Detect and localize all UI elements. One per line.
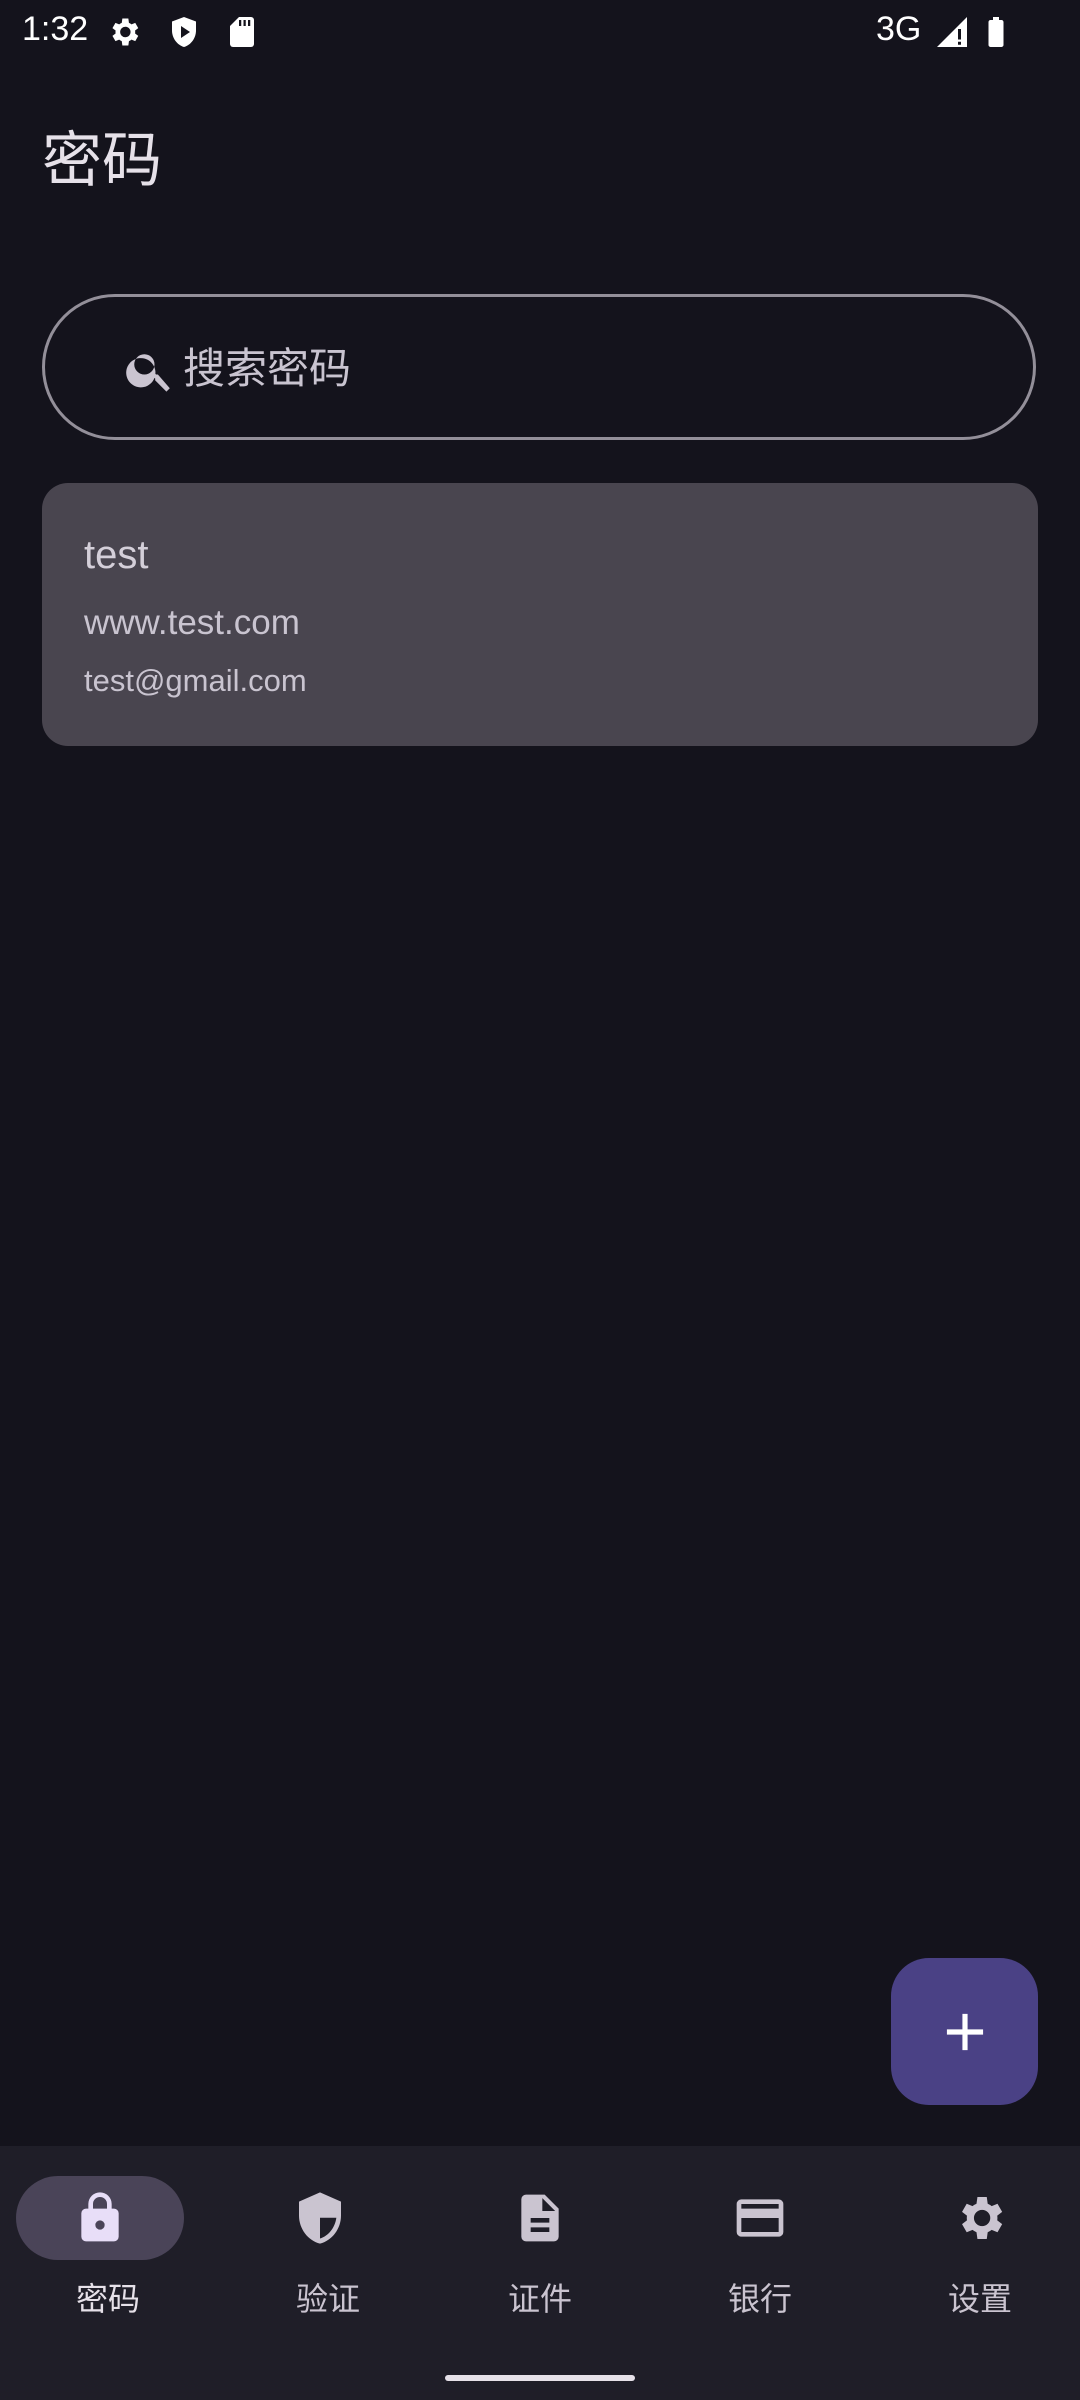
network-type: 3G [876, 10, 922, 48]
battery-icon [988, 17, 1004, 47]
signal-icon [937, 17, 967, 47]
entry-url: www.test.com [84, 603, 300, 642]
sd-card-icon [230, 17, 254, 47]
nav-label-verification: 验证 [295, 2280, 360, 2318]
page-title: 密码 [42, 126, 162, 196]
status-time: 1:32 [22, 10, 89, 48]
gesture-navigation-bar[interactable] [445, 2375, 635, 2381]
nav-label-documents: 证件 [507, 2280, 572, 2318]
status-bar: 1:32 3G [0, 0, 1080, 64]
entry-email: test@gmail.com [84, 663, 307, 698]
nav-label-settings: 设置 [947, 2280, 1012, 2318]
shield-icon [299, 2192, 341, 2244]
document-icon [521, 2194, 559, 2242]
entry-title: test [84, 533, 149, 577]
gear-icon [962, 2197, 1003, 2239]
nav-label-passwords: 密码 [75, 2280, 140, 2318]
search-bar[interactable] [42, 294, 1036, 440]
lock-icon [81, 2192, 119, 2242]
screen: 1:32 3G 密码 test www.test.com [0, 0, 1080, 2400]
shield-play-icon [172, 17, 196, 47]
nav-label-bank: 银行 [727, 2280, 792, 2318]
gear-icon [112, 18, 139, 46]
search-input[interactable] [181, 327, 965, 409]
nav-item-passwords[interactable]: 密码 [0, 2146, 216, 2346]
nav-item-verification[interactable]: 验证 [220, 2146, 436, 2346]
nav-item-settings[interactable]: 设置 [872, 2146, 1080, 2346]
nav-item-bank[interactable]: 银行 [652, 2146, 868, 2346]
password-entry-card[interactable]: test www.test.com test@gmail.com [42, 483, 1038, 746]
plus-icon [946, 2013, 984, 2051]
add-password-button[interactable] [891, 1958, 1038, 2105]
credit-card-icon [736, 2199, 784, 2237]
nav-item-documents[interactable]: 证件 [432, 2146, 648, 2346]
search-icon [126, 354, 170, 392]
bottom-navigation: 密码 验证 证件 银行 设置 [0, 2146, 1080, 2400]
